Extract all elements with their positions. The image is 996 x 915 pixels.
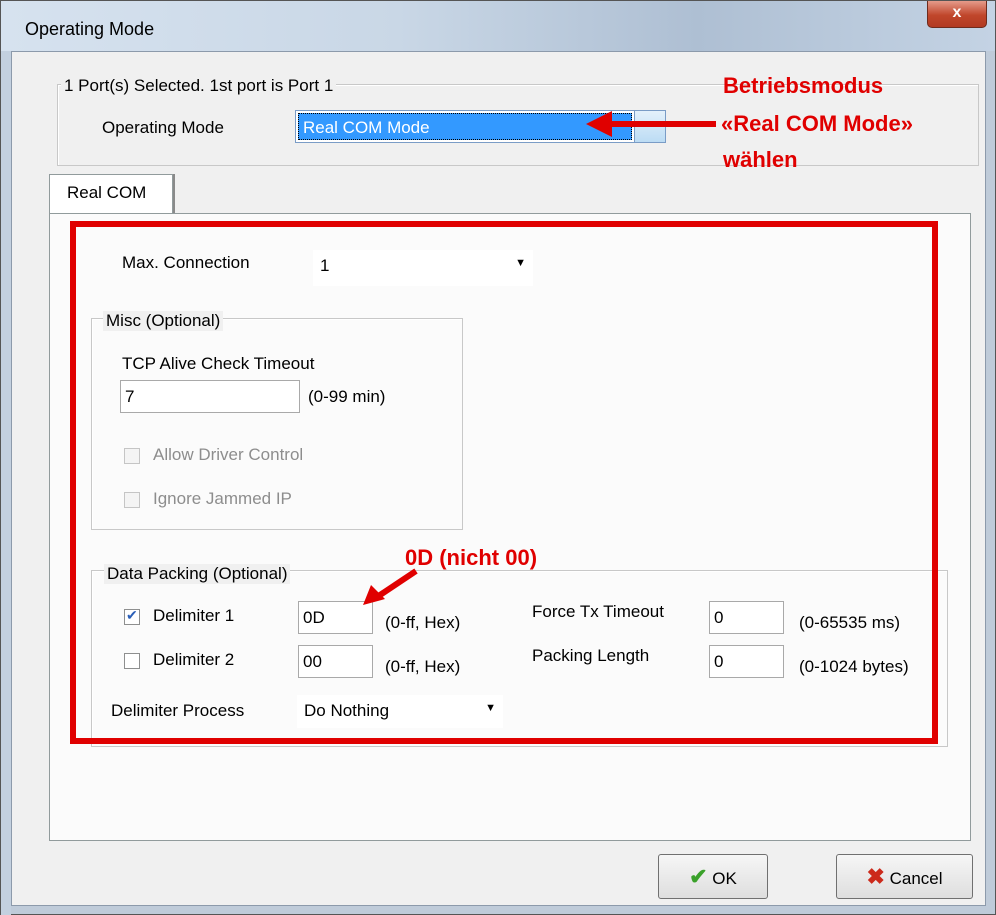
checkmark-icon: ✔ — [689, 864, 708, 889]
cancel-button[interactable]: ✖ Cancel — [836, 854, 973, 899]
port-info: 1 Port(s) Selected. 1st port is Port 1 — [61, 76, 337, 96]
mode-annotation-line3: wählen — [723, 147, 798, 172]
selected-mode-highlight: Real COM Mode — [298, 113, 632, 140]
operating-mode-value: Real COM Mode — [303, 118, 430, 137]
tab-label: Real COM — [67, 183, 147, 202]
cancel-label: Cancel — [889, 869, 943, 888]
window-frame — [1, 51, 11, 915]
delimiter-annotation: 0D (nicht 00) — [405, 545, 538, 570]
tab-real-com[interactable]: Real COM — [49, 174, 173, 214]
close-icon: x — [952, 4, 962, 21]
x-icon: ✖ — [866, 864, 885, 889]
window-title: Operating Mode — [25, 19, 155, 39]
dialog-window: Operating Mode x 1 Port(s) Selected. 1st… — [0, 0, 996, 915]
close-button[interactable]: x — [927, 1, 987, 28]
ok-button[interactable]: ✔ OK — [658, 854, 768, 899]
mode-annotation-line2: «Real COM Mode» — [721, 111, 913, 136]
ok-label: OK — [712, 869, 737, 888]
mode-annotation-line1: Betriebsmodus — [723, 73, 884, 98]
annotation-box — [70, 221, 938, 744]
delimiter-annotation-arrow — [363, 568, 418, 605]
operating-mode-label: Operating Mode — [102, 118, 224, 137]
title-bar: Operating Mode x — [1, 1, 995, 51]
mode-annotation-arrow — [586, 111, 716, 137]
